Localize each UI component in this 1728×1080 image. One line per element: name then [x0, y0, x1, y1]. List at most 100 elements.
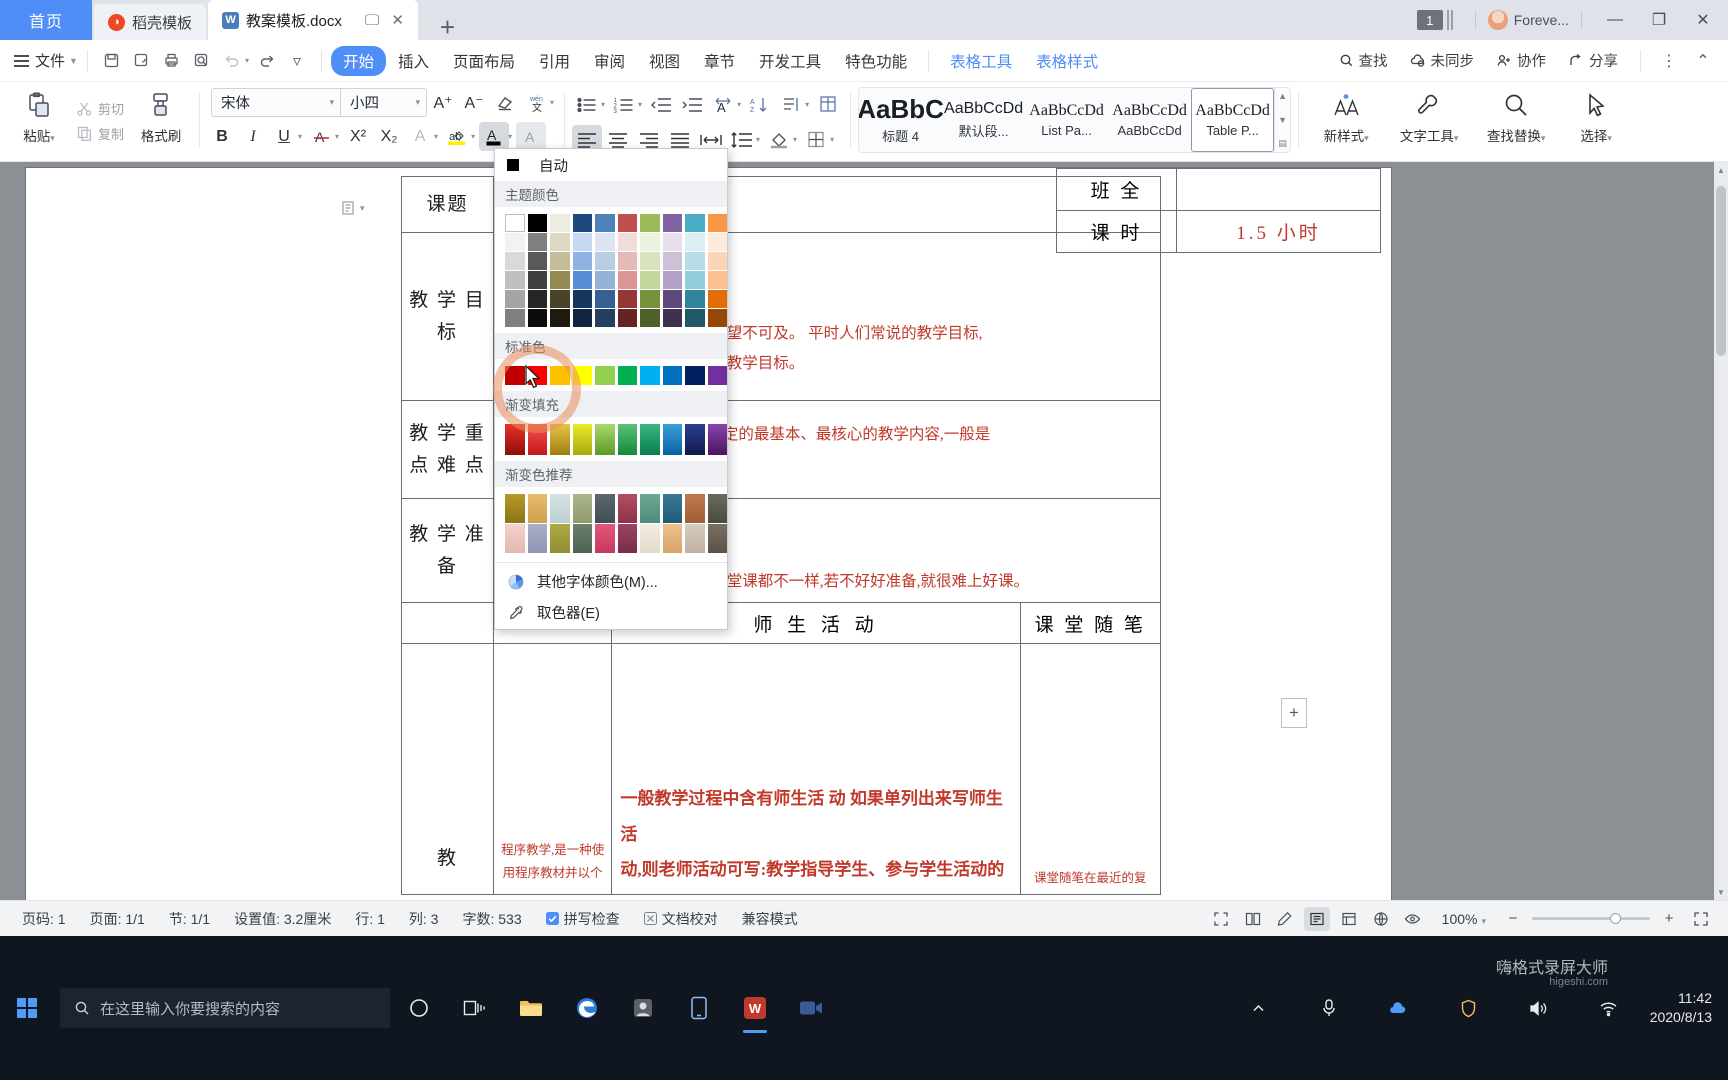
ribbon-tab-view[interactable]: 视图	[637, 46, 692, 76]
color-swatch[interactable]	[617, 290, 637, 308]
color-swatch[interactable]	[505, 233, 525, 251]
new-style-button[interactable]: 新样式▾	[1306, 85, 1386, 157]
color-swatch[interactable]	[505, 524, 525, 553]
color-swatch[interactable]	[640, 271, 660, 289]
color-swatch[interactable]	[595, 290, 615, 308]
onedrive-icon[interactable]	[1372, 981, 1426, 1035]
more-options-icon[interactable]: ⋮	[1654, 46, 1684, 76]
color-swatch[interactable]	[595, 524, 615, 553]
styles-gallery[interactable]: AaBbC 标题 4 AaBbCcDd 默认段... AaBbCcDd List…	[858, 87, 1292, 153]
color-swatch[interactable]	[685, 366, 705, 385]
cortana-icon[interactable]	[392, 981, 446, 1035]
activity-body-cell[interactable]: 程序教学,是一种使 用程序教材并以个 一般教学过程中含有师生活 动 如果单列出来…	[492, 643, 1162, 895]
wps-icon[interactable]: W	[728, 981, 782, 1035]
color-swatch[interactable]	[527, 214, 547, 232]
color-swatch[interactable]	[617, 252, 637, 270]
edit-icon[interactable]	[1272, 907, 1298, 931]
color-swatch[interactable]	[662, 252, 682, 270]
color-swatch[interactable]	[527, 290, 547, 308]
add-row-button[interactable]: +	[1281, 698, 1307, 728]
chevron-down-icon[interactable]: ▾	[737, 100, 741, 109]
chevron-down-icon[interactable]: ▾	[434, 132, 438, 141]
chevron-down-icon[interactable]: ▾	[805, 100, 809, 109]
borders-button[interactable]	[801, 125, 831, 154]
chevron-down-icon[interactable]: ▾	[638, 100, 642, 109]
notes-left-col[interactable]: 程序教学,是一种使 用程序教材并以个	[493, 644, 613, 894]
color-swatch[interactable]	[662, 290, 682, 308]
scroll-up-icon[interactable]: ▲	[1714, 162, 1728, 178]
color-swatch[interactable]	[685, 424, 705, 455]
color-swatch[interactable]	[640, 424, 660, 455]
highlight-button[interactable]: ab	[442, 122, 472, 151]
scroll-up-icon[interactable]: ▲	[1278, 91, 1287, 101]
zoom-slider-knob[interactable]	[1610, 913, 1621, 924]
status-col[interactable]: 列: 3	[397, 909, 451, 929]
color-swatch[interactable]	[707, 366, 727, 385]
class-value[interactable]	[1176, 168, 1381, 211]
color-swatch[interactable]	[640, 524, 660, 553]
color-swatch[interactable]	[707, 424, 727, 455]
color-swatch[interactable]	[550, 271, 570, 289]
edge-icon[interactable]	[560, 981, 614, 1035]
status-word-count[interactable]: 字数: 533	[450, 909, 533, 929]
color-swatch[interactable]	[572, 233, 592, 251]
color-swatch[interactable]	[685, 252, 705, 270]
color-swatch[interactable]	[662, 494, 682, 523]
ribbon-tab-insert[interactable]: 插入	[386, 46, 441, 76]
color-swatch[interactable]	[685, 309, 705, 327]
color-swatch[interactable]	[640, 494, 660, 523]
security-icon[interactable]	[1442, 981, 1496, 1035]
status-page-number[interactable]: 页码: 1	[10, 909, 78, 929]
collapse-ribbon-icon[interactable]: ⌃	[1688, 46, 1718, 76]
style-item[interactable]: AaBbCcDd AaBbCcDd	[1108, 88, 1191, 152]
chevron-down-icon[interactable]: ▾	[471, 132, 475, 141]
recorder-icon[interactable]	[784, 981, 838, 1035]
color-swatch[interactable]	[662, 366, 682, 385]
activity-text-col[interactable]: 一般教学过程中含有师生活 动 如果单列出来写师生活 动,则老师活动可写:教学指导…	[611, 644, 1021, 894]
color-swatch[interactable]	[595, 309, 615, 327]
asian-layout-button[interactable]: A	[708, 90, 738, 119]
print-preview-icon[interactable]	[187, 46, 217, 76]
customize-quick-access-icon[interactable]: ▿	[282, 46, 312, 76]
color-swatch[interactable]	[662, 214, 682, 232]
hours-value[interactable]: 1.5 小时	[1176, 210, 1381, 253]
color-swatch[interactable]	[527, 252, 547, 270]
ribbon-tab-developer[interactable]: 开发工具	[747, 46, 833, 76]
color-swatch[interactable]	[595, 233, 615, 251]
ribbon-tab-review[interactable]: 审阅	[582, 46, 637, 76]
more-font-colors-item[interactable]: 其他字体颜色(M)...	[495, 566, 727, 597]
color-swatch[interactable]	[617, 309, 637, 327]
color-swatch[interactable]	[640, 290, 660, 308]
color-swatch[interactable]	[707, 233, 727, 251]
chevron-down-icon[interactable]: ▾	[335, 132, 339, 141]
grow-font-button[interactable]: A⁺	[428, 88, 458, 117]
status-setting-value[interactable]: 设置值: 3.2厘米	[222, 909, 343, 929]
color-swatch[interactable]	[707, 524, 727, 553]
color-swatch[interactable]	[550, 290, 570, 308]
document-area[interactable]: ▾ 课题 教 学 目 标 的。不是理想目标那样的遥远,可望不可及。 平时人们常说…	[0, 162, 1728, 900]
tab-present-icon[interactable]: 🖵	[365, 12, 379, 29]
redo-icon[interactable]	[252, 46, 282, 76]
file-menu[interactable]: 文件 ▼	[35, 50, 78, 71]
style-item[interactable]: AaBbC 标题 4	[859, 88, 944, 152]
color-swatch[interactable]	[617, 271, 637, 289]
color-swatch[interactable]	[550, 494, 570, 523]
taskbar-search[interactable]: 在这里输入你要搜索的内容	[60, 988, 390, 1028]
font-color-dropdown[interactable]: 自动 主题颜色 标准色 渐变填充 渐变色推荐 其他字体颜色(M)... 取色器(…	[493, 148, 728, 630]
text-tools-button[interactable]: 文字工具▾	[1386, 85, 1472, 157]
style-item-selected[interactable]: AaBbCcDd Table P...	[1191, 88, 1275, 152]
shrink-font-button[interactable]: A⁻	[459, 88, 489, 117]
font-color-button[interactable]: A	[479, 122, 510, 151]
paste-button[interactable]: 粘贴▾	[8, 85, 70, 157]
color-swatch[interactable]	[505, 309, 525, 327]
side-note-col[interactable]: 课堂随笔在最近的复	[1020, 644, 1160, 894]
color-swatch[interactable]	[505, 214, 525, 232]
color-swatch[interactable]	[707, 290, 727, 308]
undo-chevron-icon[interactable]: ▾	[245, 56, 249, 65]
status-spellcheck[interactable]: 拼写检查	[534, 909, 632, 929]
color-swatch[interactable]	[550, 309, 570, 327]
network-icon[interactable]	[1582, 981, 1636, 1035]
color-swatch[interactable]	[662, 271, 682, 289]
color-swatch[interactable]	[572, 366, 592, 385]
recommended-gradients-grid[interactable]	[495, 487, 727, 559]
